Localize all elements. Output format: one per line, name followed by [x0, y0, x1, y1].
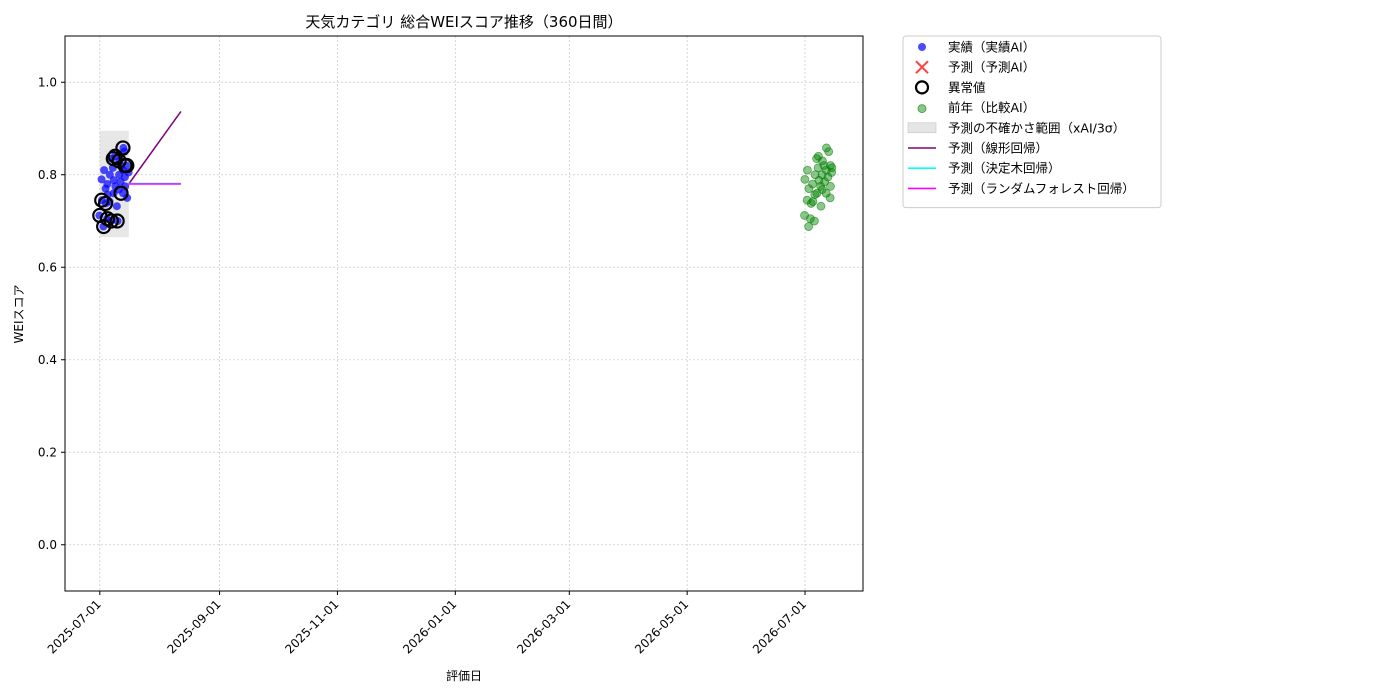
- legend-actual-marker: [918, 43, 926, 51]
- y-axis-ticks: 0.0 0.2 0.4 0.6 0.8 1.0: [38, 75, 65, 552]
- previous-year-point: [825, 193, 835, 203]
- y-tick-label: 0.2: [38, 445, 57, 459]
- legend-previous-year-marker: [917, 104, 927, 114]
- previous-year-point: [810, 190, 820, 200]
- previous-year-point: [821, 165, 831, 175]
- legend-label: 異常値: [948, 80, 986, 95]
- x-axis-ticks: 2025-07-01 2025-09-01 2025-11-01 2026-01-01…: [45, 591, 809, 656]
- x-tick-label: 2026-07-01: [750, 597, 809, 656]
- y-tick-label: 0.6: [38, 260, 57, 274]
- y-tick-label: 0.4: [38, 353, 57, 367]
- actual-point: [112, 202, 121, 211]
- legend-label: 予測（ランダムフォレスト回帰）: [948, 181, 1135, 196]
- wei-score-chart: 天気カテゴリ 総合WEIスコア推移（360日間） 0.0 0.2 0.4 0.6 0.8…: [12, 13, 1162, 683]
- points-layer: [95, 143, 837, 231]
- previous-year-point: [824, 147, 834, 157]
- previous-year-point: [800, 174, 810, 184]
- x-axis-label: 評価日: [446, 668, 482, 683]
- actual-point: [109, 176, 118, 185]
- plot-frame: [64, 35, 864, 592]
- x-tick-label: 2025-09-01: [164, 597, 223, 656]
- legend-label: 予測（決定木回帰）: [948, 161, 1061, 176]
- legend-label: 予測（線形回帰）: [948, 141, 1048, 156]
- x-tick-label: 2025-07-01: [45, 597, 104, 656]
- x-tick-label: 2025-11-01: [282, 597, 341, 656]
- previous-year-point: [826, 181, 835, 191]
- legend-label: 前年（比較AI）: [948, 100, 1035, 115]
- y-tick-label: 0.0: [38, 538, 57, 552]
- legend-label: 実績（実績AI）: [948, 40, 1035, 55]
- x-tick-label: 2026-03-01: [514, 597, 573, 656]
- legend-label: 予測の不確かさ範囲（xAI/3σ）: [948, 120, 1125, 135]
- y-tick-label: 1.0: [38, 75, 57, 89]
- legend-uncertainty-patch: [907, 122, 937, 134]
- x-tick-label: 2026-05-01: [632, 597, 691, 656]
- previous-year-point: [814, 175, 824, 185]
- prediction-lines-layer: [128, 110, 182, 185]
- chart-title: 天気カテゴリ 総合WEIスコア推移（360日間）: [305, 13, 622, 31]
- previous-year-point: [803, 165, 812, 175]
- linear-prediction-line: [128, 110, 182, 185]
- previous-year-point: [809, 216, 819, 226]
- previous-year-point: [816, 201, 826, 211]
- y-tick-label: 0.8: [38, 168, 57, 182]
- y-axis-label: WEIスコア: [12, 285, 26, 344]
- previous-year-point: [817, 185, 827, 194]
- legend-label: 予測（予測AI）: [948, 60, 1035, 75]
- x-tick-label: 2026-01-01: [400, 597, 459, 656]
- grid: [65, 36, 863, 591]
- legend: 実績（実績AI） 予測（予測AI） 異常値前年（比較AI） 予測の不確かさ範囲（xAI…: [902, 35, 1162, 209]
